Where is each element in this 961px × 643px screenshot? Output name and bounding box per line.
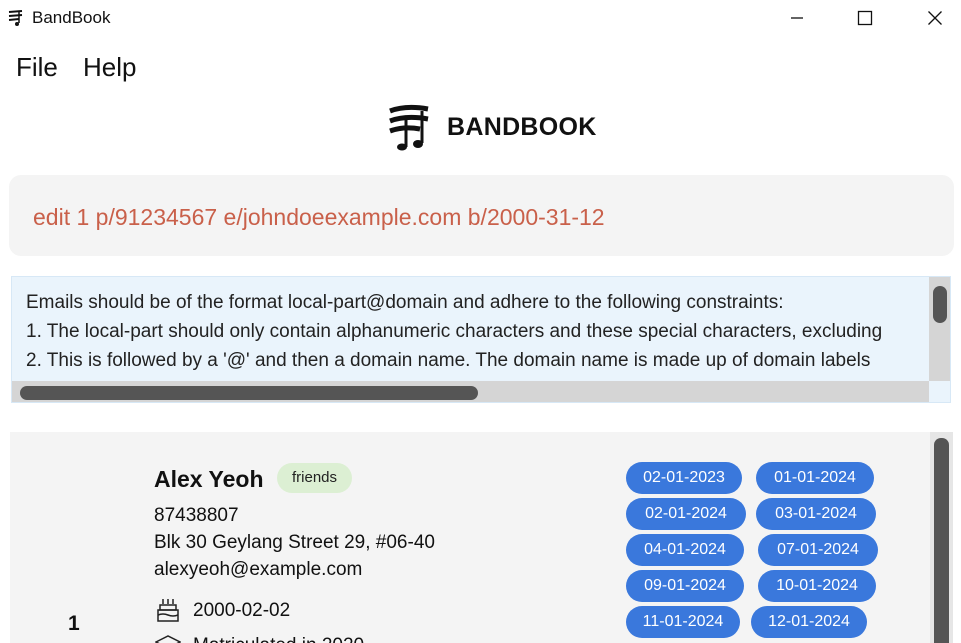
person-email: alexyeoh@example.com <box>154 559 363 580</box>
result-display: Emails should be of the format local-par… <box>11 276 951 403</box>
person-index: 1 <box>68 612 80 635</box>
maximize-icon <box>857 10 873 26</box>
menu-bar: File Help <box>0 40 961 92</box>
attendance-date-chip: 09-01-2024 <box>626 570 744 602</box>
list-vertical-scrollbar[interactable] <box>930 432 953 643</box>
person-name: Alex Yeoh <box>154 466 264 492</box>
close-icon <box>928 11 942 25</box>
person-address: Blk 30 Geylang Street 29, #06-40 <box>154 532 435 553</box>
person-matriculation: Matriculated in 2020 <box>193 635 364 643</box>
attendance-date-chip: 11-01-2024 <box>626 606 740 638</box>
logo-text: BANDBOOK <box>447 113 597 141</box>
list-vertical-scroll-thumb[interactable] <box>934 438 949 643</box>
window-title: BandBook <box>32 8 111 27</box>
attendance-date-chip: 03-01-2024 <box>756 498 876 530</box>
bandbook-logo-icon <box>8 10 23 26</box>
attendance-date-chip: 02-01-2023 <box>626 462 742 494</box>
attendance-date-chip: 12-01-2024 <box>751 606 867 638</box>
menu-file[interactable]: File <box>16 52 58 83</box>
command-input[interactable] <box>33 202 933 232</box>
scroll-corner <box>929 381 950 402</box>
result-line: 1. The local-part should only contain al… <box>26 321 883 342</box>
minimize-button[interactable] <box>762 0 832 36</box>
close-button[interactable] <box>900 0 961 36</box>
tag-badge: friends <box>277 463 353 493</box>
result-line: 2. This is followed by a '@' and then a … <box>26 350 871 371</box>
attendance-date-chip: 07-01-2024 <box>758 534 878 566</box>
title-bar: BandBook <box>0 0 961 36</box>
minimize-icon <box>791 17 803 19</box>
result-vertical-scrollbar[interactable] <box>929 277 950 382</box>
person-birthday: 2000-02-02 <box>193 600 291 621</box>
result-horizontal-scroll-thumb[interactable] <box>20 386 478 400</box>
graduation-icon <box>155 635 181 643</box>
attendance-date-chip: 04-01-2024 <box>626 534 744 566</box>
attendance-date-chip: 01-01-2024 <box>756 462 874 494</box>
maximize-button[interactable] <box>830 0 900 36</box>
command-box <box>9 175 954 256</box>
birthday-cake-icon <box>157 599 179 622</box>
person-phone: 87438807 <box>154 505 239 526</box>
person-list: 1 Alex Yeoh friends 87438807 Blk 30 Geyl… <box>10 432 953 643</box>
result-horizontal-scrollbar[interactable] <box>12 381 929 402</box>
attendance-date-chip: 02-01-2024 <box>626 498 746 530</box>
menu-help[interactable]: Help <box>83 52 136 83</box>
result-line: Emails should be of the format local-par… <box>26 292 784 313</box>
bandbook-logo-icon <box>389 104 429 151</box>
attendance-date-chip: 10-01-2024 <box>758 570 876 602</box>
result-vertical-scroll-thumb[interactable] <box>933 286 947 323</box>
